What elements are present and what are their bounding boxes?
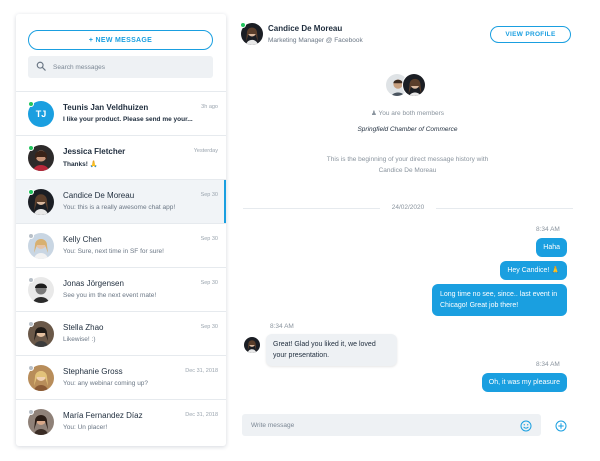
search-icon	[36, 58, 46, 76]
contact-name[interactable]: Candice De Moreau	[268, 24, 342, 33]
conversation-item-active[interactable]: Candice De Moreau Sep 30 You: this is a …	[16, 179, 226, 224]
conversation-name: Jonas Jörgensen	[63, 279, 124, 288]
conversation-time: Sep 30	[200, 324, 218, 330]
conversation-name: Candice De Moreau	[63, 191, 135, 200]
conversation-time: Sep 30	[200, 280, 218, 286]
contact-title: Marketing Manager @ Facebook	[268, 37, 363, 44]
conversation-preview: You: Un placer!	[63, 424, 108, 431]
new-message-button[interactable]: + NEW MESSAGE	[28, 30, 213, 50]
conversation-name: Jessica Fletcher	[63, 147, 126, 156]
online-status-dot	[28, 101, 34, 107]
conversation-preview: See you im the next event mate!	[63, 292, 157, 299]
shared-membership-note: ♟ You are both members	[370, 110, 445, 117]
incoming-message: Great! Glad you liked it, we loved your …	[266, 334, 397, 366]
message-time: 8:34 AM	[270, 323, 294, 330]
conversation-preview: You: any webinar coming up?	[63, 380, 149, 387]
conversation-item[interactable]: Kelly Chen Sep 30 You: Sure, next time i…	[16, 223, 226, 267]
offline-status-dot	[28, 233, 34, 239]
conversation-preview: You: this is a really awesome chat app!	[63, 204, 176, 211]
conversation-name: Stephanie Gross	[63, 367, 123, 376]
conversation-preview: Thanks! 🙏	[63, 161, 98, 168]
view-profile-button[interactable]: VIEW PROFILE	[490, 26, 571, 43]
members-avatars	[385, 73, 427, 97]
conversation-preview: You: Sure, next time in SF for sure!	[63, 248, 164, 255]
search-box[interactable]	[28, 56, 213, 78]
conversation-list: TJ Teunis Jan Veldhuizen 3h ago I like y…	[16, 91, 226, 443]
conversation-preview: I like your product. Please send me your…	[63, 116, 193, 123]
conversation-name: Stella Zhao	[63, 323, 104, 332]
add-icon[interactable]	[555, 419, 567, 432]
conversation-time: 3h ago	[201, 104, 218, 110]
conversation-time: Dec 31, 2018	[185, 368, 218, 374]
conversation-item[interactable]: Stephanie Gross Dec 31, 2018 You: any we…	[16, 355, 226, 399]
outgoing-message: Haha	[536, 238, 567, 257]
online-status-dot	[240, 22, 246, 28]
offline-status-dot	[28, 321, 34, 327]
compose-box[interactable]	[242, 414, 541, 436]
conversation-item[interactable]: Jonas Jörgensen Sep 30 See you im the ne…	[16, 267, 226, 311]
outgoing-message: Long time no see, since.. last event in …	[432, 284, 567, 316]
conversation-time: Sep 30	[200, 236, 218, 242]
date-label: 24/02/2020	[380, 204, 436, 211]
conversation-item[interactable]: Jessica Fletcher Yesterday Thanks! 🙏	[16, 135, 226, 179]
offline-status-dot	[28, 409, 34, 415]
outgoing-message: Oh, it was my pleasure	[481, 373, 567, 392]
message-time: 8:34 AM	[536, 361, 560, 368]
group-name: Springfield Chamber of Commerce	[357, 126, 458, 133]
history-start-note: This is the beginning of your direct mes…	[326, 156, 489, 174]
conversation-time: Sep 30	[200, 192, 218, 198]
offline-status-dot	[28, 365, 34, 371]
people-icon: ♟	[370, 110, 377, 117]
conversation-name: Teunis Jan Veldhuizen	[63, 103, 149, 112]
conversation-time: Dec 31, 2018	[185, 412, 218, 418]
avatar	[402, 73, 426, 97]
conversation-name: María Fernandez Díaz	[63, 411, 143, 420]
emoji-icon[interactable]	[520, 419, 532, 432]
contact-avatar	[244, 337, 260, 353]
conversation-item[interactable]: TJ Teunis Jan Veldhuizen 3h ago I like y…	[16, 91, 226, 135]
conversation-time: Yesterday	[193, 148, 218, 154]
offline-status-dot	[28, 277, 34, 283]
conversation-sidebar: + NEW MESSAGE TJ Teunis Jan Veldhuizen 3…	[16, 14, 226, 446]
online-status-dot	[28, 145, 34, 151]
conversation-item[interactable]: Stella Zhao Sep 30 Likewise! :)	[16, 311, 226, 355]
conversation-preview: Likewise! :)	[63, 336, 96, 343]
conversation-name: Kelly Chen	[63, 235, 102, 244]
outgoing-message: Hey Candice! 🙏	[500, 261, 567, 280]
message-time: 8:34 AM	[536, 226, 560, 233]
online-status-dot	[28, 189, 34, 195]
message-input[interactable]	[251, 421, 501, 429]
conversation-item[interactable]: María Fernandez Díaz Dec 31, 2018 You: U…	[16, 399, 226, 443]
search-input[interactable]	[53, 63, 203, 71]
